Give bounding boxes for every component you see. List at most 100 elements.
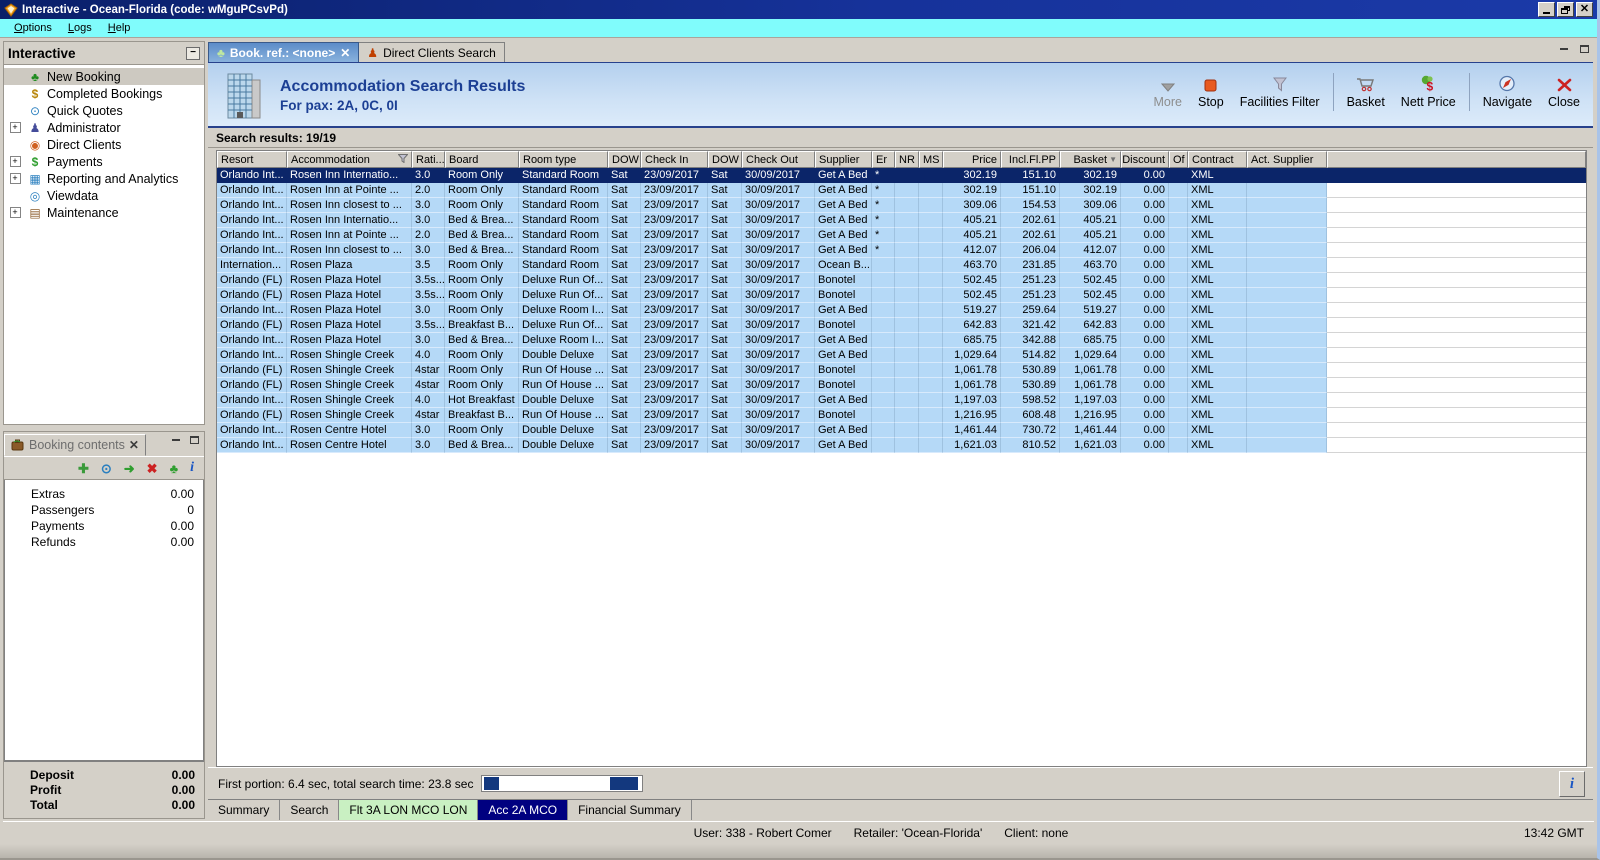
column-header-check-in[interactable]: Check In: [641, 151, 708, 168]
column-header-dow[interactable]: DOW: [708, 151, 742, 168]
menu-item-options[interactable]: Options: [6, 20, 60, 36]
close-button[interactable]: Close: [1541, 71, 1587, 113]
booking-contents-tab[interactable]: Booking contents ✕: [4, 434, 146, 456]
sidebar-item-direct-clients[interactable]: ◉ Direct Clients: [4, 136, 204, 153]
column-header-discount[interactable]: Discount: [1121, 151, 1169, 168]
move-to-basket-icon[interactable]: ➜: [124, 462, 135, 475]
tab-close-icon[interactable]: ✕: [340, 46, 350, 60]
table-row[interactable]: Orlando (FL) Rosen Shingle Creek 4star Room…: [217, 363, 1586, 378]
sidebar-item-completed-bookings[interactable]: $ Completed Bookings: [4, 85, 204, 102]
sidebar-item-viewdata[interactable]: ◎ Viewdata: [4, 187, 204, 204]
column-header-act-supplier[interactable]: Act. Supplier: [1247, 151, 1327, 168]
menu-item-help[interactable]: Help: [100, 20, 139, 36]
expand-icon[interactable]: +: [9, 122, 21, 133]
table-row[interactable]: Orlando Int... Rosen Inn at Pointe ... 2.0…: [217, 228, 1586, 243]
window-restore-button[interactable]: [1557, 2, 1574, 17]
column-filter-icon[interactable]: [397, 153, 409, 166]
table-cell: Sat: [608, 273, 641, 288]
table-row[interactable]: Orlando Int... Rosen Centre Hotel 3.0 Room …: [217, 423, 1586, 438]
table-cell: Rosen Inn closest to ...: [287, 198, 412, 213]
expand-icon[interactable]: +: [9, 207, 21, 218]
table-row[interactable]: Orlando (FL) Rosen Plaza Hotel 3.5s... Room…: [217, 273, 1586, 288]
column-header-price[interactable]: Price: [943, 151, 1001, 168]
sidebar-item-quick-quotes[interactable]: ⊙ Quick Quotes: [4, 102, 204, 119]
table-cell: Sat: [608, 228, 641, 243]
expand-icon[interactable]: +: [9, 173, 21, 184]
bottom-tab-financial-summary[interactable]: Financial Summary: [568, 800, 692, 820]
info-button[interactable]: i: [1559, 771, 1585, 797]
column-header-board[interactable]: Board: [445, 151, 519, 168]
column-header-dow[interactable]: DOW: [608, 151, 641, 168]
bottom-tab-summary[interactable]: Summary: [208, 800, 281, 820]
main-maximize-icon[interactable]: [1577, 43, 1591, 55]
panel-collapse-button[interactable]: −: [186, 46, 200, 60]
column-header-of[interactable]: Of: [1169, 151, 1188, 168]
table-cell: Get A Bed: [815, 393, 872, 408]
column-header-nr[interactable]: NR: [895, 151, 919, 168]
table-cell: 30/09/2017: [742, 258, 815, 273]
panel-minimize-icon[interactable]: [169, 434, 183, 446]
sidebar-item-maintenance[interactable]: + ▤ Maintenance: [4, 204, 204, 221]
sidebar-item-reporting-and-analytics[interactable]: + ▦ Reporting and Analytics: [4, 170, 204, 187]
column-header-resort[interactable]: Resort: [217, 151, 287, 168]
column-header-incl-fl-pp[interactable]: Incl.Fl.PP: [1001, 151, 1060, 168]
column-header-ms[interactable]: MS: [919, 151, 943, 168]
table-row[interactable]: Orlando Int... Rosen Centre Hotel 3.0 Bed &…: [217, 438, 1586, 453]
table-row[interactable]: Orlando (FL) Rosen Plaza Hotel 3.5s... Brea…: [217, 318, 1586, 333]
main-minimize-icon[interactable]: [1557, 43, 1571, 55]
holiday-icon[interactable]: ♣: [170, 462, 179, 475]
sidebar-item-label: Direct Clients: [47, 137, 122, 152]
table-row[interactable]: Orlando Int... Rosen Plaza Hotel 3.0 Room O…: [217, 303, 1586, 318]
column-header-er[interactable]: Er: [872, 151, 895, 168]
table-row[interactable]: Orlando (FL) Rosen Shingle Creek 4star Brea…: [217, 408, 1586, 423]
table-row[interactable]: Orlando (FL) Rosen Shingle Creek 4star Room…: [217, 378, 1586, 393]
table-cell: [1247, 333, 1327, 348]
column-header-supplier[interactable]: Supplier: [815, 151, 872, 168]
basket-button[interactable]: Basket: [1340, 71, 1392, 113]
stop-button[interactable]: Stop: [1191, 71, 1231, 113]
window-close-button[interactable]: ✕: [1576, 2, 1593, 17]
menu-item-logs[interactable]: Logs: [60, 20, 100, 36]
tab-direct-clients-search[interactable]: ♟ Direct Clients Search: [359, 42, 505, 62]
table-row[interactable]: Internation... Rosen Plaza 3.5 Room Only Sta…: [217, 258, 1586, 273]
sidebar-item-administrator[interactable]: + ♟ Administrator: [4, 119, 204, 136]
navigate-button[interactable]: Navigate: [1476, 71, 1539, 113]
add-icon[interactable]: ✚: [78, 462, 89, 475]
column-header-label: Discount: [1122, 153, 1165, 166]
table-row[interactable]: Orlando Int... Rosen Shingle Creek 4.0 Hot …: [217, 393, 1586, 408]
window-minimize-button[interactable]: [1538, 2, 1555, 17]
bottom-tab-acc-2a-mco[interactable]: Acc 2A MCO: [478, 800, 569, 820]
table-row[interactable]: Orlando (FL) Rosen Plaza Hotel 3.5s... Room…: [217, 288, 1586, 303]
info-icon[interactable]: i: [190, 461, 194, 475]
table-cell: Sat: [608, 318, 641, 333]
column-header-accommodation[interactable]: Accommodation: [287, 151, 412, 168]
sidebar-item-payments[interactable]: + $ Payments: [4, 153, 204, 170]
close-panel-icon[interactable]: ✕: [129, 438, 139, 452]
delete-icon[interactable]: ✖: [147, 462, 158, 475]
table-row[interactable]: Orlando Int... Rosen Plaza Hotel 3.0 Bed & …: [217, 333, 1586, 348]
column-header-check-out[interactable]: Check Out: [742, 151, 815, 168]
column-header-label: Check Out: [746, 153, 798, 166]
expand-icon[interactable]: +: [9, 156, 21, 167]
column-header-room-type[interactable]: Room type: [519, 151, 608, 168]
table-row[interactable]: Orlando Int... Rosen Inn closest to ... 3.…: [217, 243, 1586, 258]
quote-icon[interactable]: ⊙: [101, 462, 112, 475]
tab-book-ref-none-[interactable]: ♣ Book. ref.: <none> ✕: [208, 42, 360, 62]
table-row[interactable]: Orlando Int... Rosen Shingle Creek 4.0 Room…: [217, 348, 1586, 363]
table-row[interactable]: Orlando Int... Rosen Inn closest to ... 3.…: [217, 198, 1586, 213]
more-button[interactable]: More: [1147, 71, 1189, 113]
panel-maximize-icon[interactable]: [187, 434, 201, 446]
sidebar-item-new-booking[interactable]: ♣ New Booking: [4, 68, 204, 85]
column-header-contract[interactable]: Contract: [1188, 151, 1247, 168]
table-row[interactable]: Orlando Int... Rosen Inn Internatio... 3.0…: [217, 168, 1586, 183]
bottom-tab-flt-3a-lon-mco-lon[interactable]: Flt 3A LON MCO LON: [339, 800, 479, 820]
table-cell: [919, 168, 943, 183]
table-cell: Bed & Brea...: [445, 243, 519, 258]
nett-price-button[interactable]: $ Nett Price: [1394, 71, 1463, 113]
table-row[interactable]: Orlando Int... Rosen Inn Internatio... 3.0…: [217, 213, 1586, 228]
table-row[interactable]: Orlando Int... Rosen Inn at Pointe ... 2.0…: [217, 183, 1586, 198]
facilities-filter-button[interactable]: Facilities Filter: [1233, 71, 1327, 113]
column-header-rati-[interactable]: Rati...: [412, 151, 445, 168]
column-header-basket[interactable]: Basket ▼: [1060, 151, 1121, 168]
bottom-tab-search[interactable]: Search: [280, 800, 340, 820]
